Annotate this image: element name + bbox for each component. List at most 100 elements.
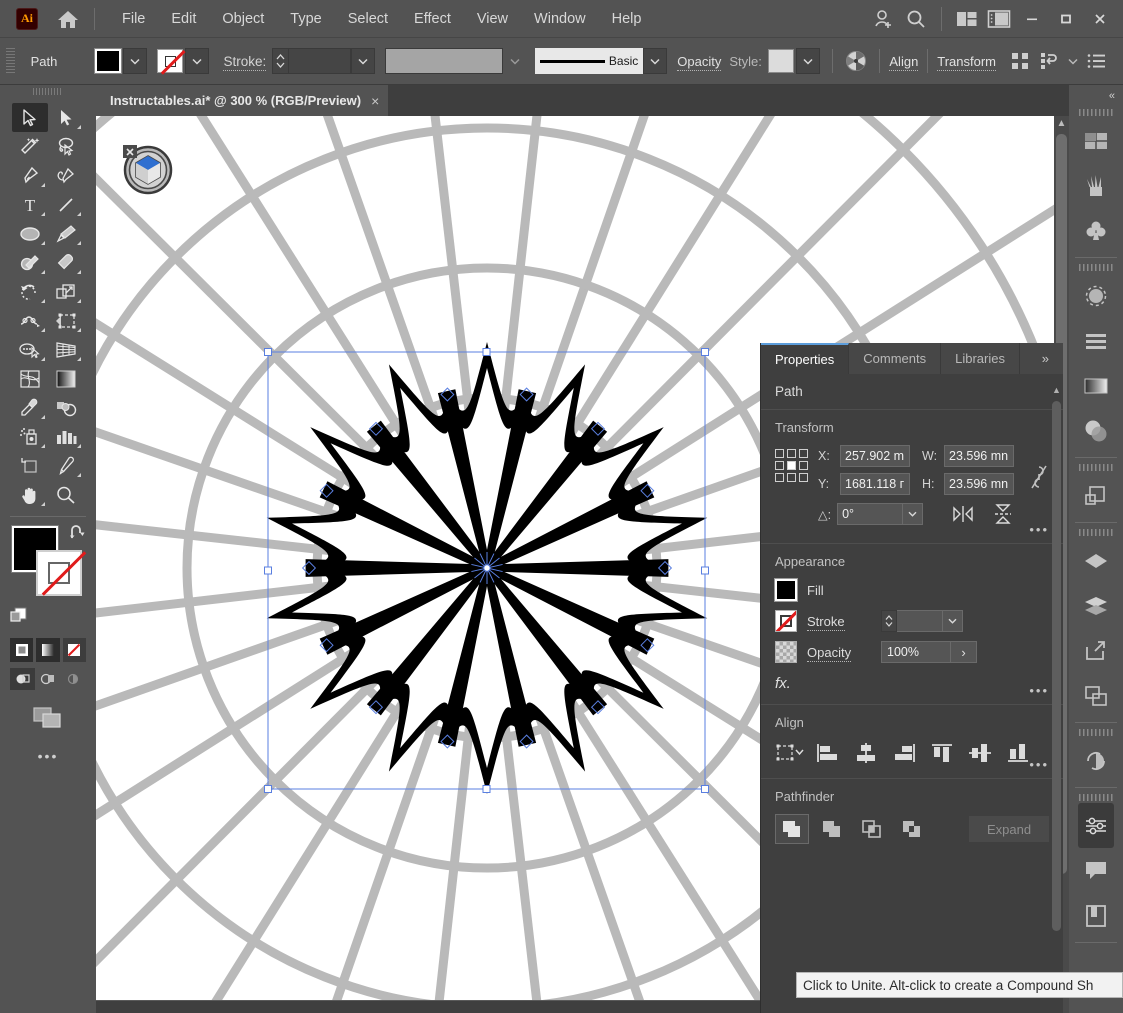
width-profile-chevron-down-icon[interactable] <box>503 48 528 74</box>
eyedropper-tool[interactable] <box>12 393 48 422</box>
appearance-stroke-swatch-none[interactable] <box>775 610 797 632</box>
fx-button[interactable]: fx. <box>775 675 1049 692</box>
minus-front-icon[interactable] <box>815 814 849 844</box>
color-mode-icon[interactable] <box>10 638 34 662</box>
menu-select[interactable]: Select <box>335 7 401 31</box>
x-input[interactable]: 257.902 m <box>840 445 910 467</box>
perspective-grid-widget[interactable] <box>122 143 174 195</box>
graphic-style-chevron-down-icon[interactable] <box>795 48 820 74</box>
perspective-grid-tool[interactable] <box>48 335 84 364</box>
symbol-sprayer-tool[interactable] <box>12 422 48 451</box>
panel-scroll-up-icon[interactable]: ▲ <box>1052 385 1061 395</box>
menu-help[interactable]: Help <box>599 7 655 31</box>
opacity-expand-chevron-right-icon[interactable]: › <box>951 641 977 663</box>
stroke-weight-control[interactable] <box>881 610 963 632</box>
angle-input[interactable]: 0° <box>837 503 904 525</box>
align-more-options[interactable]: ••• <box>1029 757 1049 772</box>
menu-object[interactable]: Object <box>209 7 277 31</box>
window-maximize-button[interactable] <box>1049 7 1083 31</box>
recolor-artwork-icon[interactable] <box>842 46 871 76</box>
libraries-panel-icon[interactable] <box>1069 893 1123 938</box>
unite-icon[interactable] <box>775 814 809 844</box>
dock-group-grip[interactable] <box>1069 727 1123 738</box>
stroke-dropdown-chevron-down-icon[interactable] <box>185 48 210 74</box>
graphic-style-swatch[interactable] <box>767 49 794 73</box>
align-vertical-center-icon[interactable] <box>965 740 995 766</box>
toolbar-stroke-swatch-none[interactable] <box>36 550 87 596</box>
brushes-panel-icon[interactable] <box>1069 163 1123 208</box>
swap-fill-stroke-icon[interactable] <box>68 524 86 542</box>
dock-group-grip[interactable] <box>1069 527 1123 538</box>
h-input[interactable]: 23.596 mn <box>944 473 1014 495</box>
arrange-chevron-down-icon[interactable] <box>1063 46 1082 76</box>
distribute-icon[interactable] <box>1006 46 1035 76</box>
change-screen-mode-icon[interactable] <box>0 704 96 732</box>
stroke-weight-stepper[interactable] <box>881 610 897 632</box>
draw-normal-icon[interactable] <box>10 668 35 690</box>
none-mode-icon[interactable] <box>62 638 86 662</box>
ref-point-mc[interactable] <box>787 461 796 470</box>
ref-point-bc[interactable] <box>787 473 796 482</box>
scale-tool[interactable] <box>48 277 84 306</box>
stroke-weight-stepper[interactable] <box>272 48 290 74</box>
dock-group-grip[interactable] <box>1069 262 1123 273</box>
shape-builder-tool[interactable] <box>12 335 48 364</box>
ref-point-bl[interactable] <box>775 473 784 482</box>
ref-point-ml[interactable] <box>775 461 784 470</box>
menu-file[interactable]: File <box>109 7 158 31</box>
ref-point-br[interactable] <box>799 473 808 482</box>
exclude-icon[interactable] <box>895 814 929 844</box>
opacity-control[interactable]: 100% › <box>881 641 977 663</box>
curvature-tool[interactable] <box>48 161 84 190</box>
menu-edit[interactable]: Edit <box>158 7 209 31</box>
toolbar-more-tools[interactable]: ••• <box>0 748 96 764</box>
symbols-panel-icon[interactable] <box>1069 208 1123 253</box>
opacity-input[interactable]: 100% <box>881 641 951 663</box>
reference-point-selector[interactable] <box>775 449 808 482</box>
dock-group-grip[interactable] <box>1069 792 1123 803</box>
control-bar-grip[interactable] <box>6 48 15 74</box>
default-fill-stroke-icon[interactable] <box>10 607 27 624</box>
comments-panel-icon[interactable] <box>1069 848 1123 893</box>
type-tool[interactable]: T <box>12 190 48 219</box>
draw-behind-icon[interactable] <box>35 668 60 690</box>
menu-effect[interactable]: Effect <box>401 7 464 31</box>
add-user-icon[interactable] <box>868 0 900 37</box>
shape-panel-icon[interactable] <box>1069 538 1123 583</box>
home-icon[interactable] <box>56 8 80 30</box>
align-right-icon[interactable] <box>889 740 919 766</box>
menu-window[interactable]: Window <box>521 7 599 31</box>
menu-type[interactable]: Type <box>277 7 334 31</box>
control-bar-more-options-icon[interactable] <box>1082 46 1111 76</box>
layers-panel-icon[interactable] <box>1069 583 1123 628</box>
zoom-tool[interactable] <box>48 480 84 509</box>
stroke-weight-input[interactable] <box>289 48 352 74</box>
w-input[interactable]: 23.596 mn <box>944 445 1014 467</box>
shaper-tool[interactable] <box>12 248 48 277</box>
arrange-icon[interactable] <box>1035 46 1064 76</box>
align-top-icon[interactable] <box>927 740 957 766</box>
slice-tool[interactable] <box>48 451 84 480</box>
stroke-weight-label[interactable]: Stroke: <box>223 53 267 71</box>
stroke-weight-control[interactable] <box>272 48 376 74</box>
gradient-panel-icon[interactable] <box>1069 363 1123 408</box>
ref-point-mr[interactable] <box>799 461 808 470</box>
fill-swatch[interactable] <box>94 48 123 74</box>
align-link[interactable]: Align <box>889 53 919 71</box>
pen-tool[interactable] <box>12 161 48 190</box>
stroke-panel-icon[interactable] <box>1069 273 1123 318</box>
pathfinder-panel-icon[interactable] <box>1069 473 1123 518</box>
fill-control[interactable] <box>94 48 148 74</box>
angle-chevron-down-icon[interactable] <box>903 503 924 525</box>
align-horizontal-center-icon[interactable] <box>851 740 881 766</box>
opacity-label[interactable]: Opacity <box>677 53 722 71</box>
collapse-panels-icon[interactable]: « <box>1069 85 1123 107</box>
dock-group-grip[interactable] <box>1069 462 1123 473</box>
scroll-up-arrow-icon[interactable]: ▲ <box>1054 118 1069 129</box>
align-panel-icon[interactable] <box>1069 318 1123 363</box>
mesh-tool[interactable] <box>12 364 48 393</box>
window-close-button[interactable] <box>1083 7 1117 31</box>
brush-definition-input[interactable]: Basic <box>535 48 644 74</box>
brush-definition-chevron-down-icon[interactable] <box>643 48 668 74</box>
width-tool[interactable] <box>12 306 48 335</box>
